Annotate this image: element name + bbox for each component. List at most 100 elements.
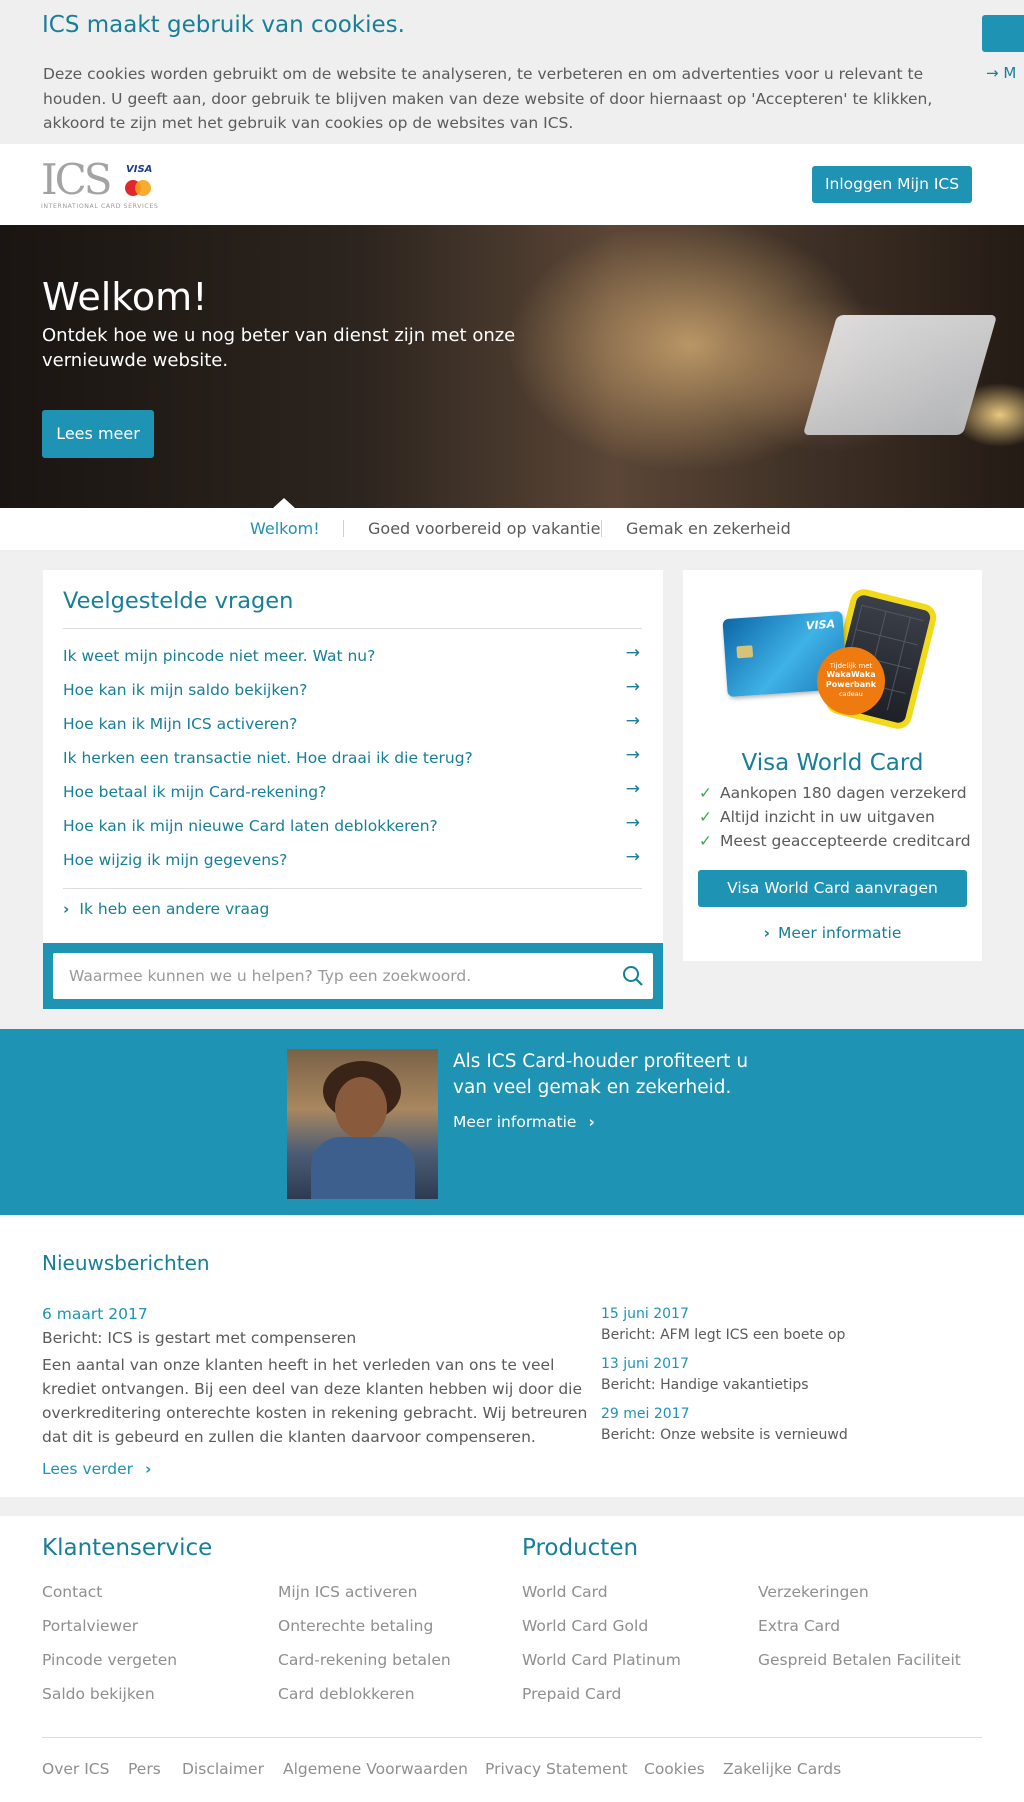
footer-service-title: Klantenservice: [42, 1535, 213, 1561]
faq-item[interactable]: Ik weet mijn pincode niet meer. Wat nu? →: [63, 643, 642, 671]
cookie-title: ICS maakt gebruik van cookies.: [42, 12, 405, 38]
promo-more-label: Meer informatie: [777, 924, 902, 942]
footer-link-world-card-gold[interactable]: World Card Gold: [522, 1617, 648, 1635]
news-headline[interactable]: Bericht: ICS is gestart met compenseren: [42, 1329, 356, 1347]
benefit-item: ✓ Meest geaccepteerde creditcard: [699, 832, 971, 850]
hero-read-more-button[interactable]: Lees meer: [42, 410, 154, 458]
cardholder-photo: [287, 1049, 438, 1199]
faq-item[interactable]: Hoe kan ik mijn saldo bekijken? →: [63, 677, 642, 705]
faq-panel: Veelgestelde vragen Ik weet mijn pincode…: [43, 570, 663, 943]
bottom-link-cookies[interactable]: Cookies: [644, 1760, 705, 1778]
footer-link-extra-card[interactable]: Extra Card: [758, 1617, 840, 1635]
faq-question: Ik herken een transactie niet. Hoe draai…: [63, 749, 473, 767]
cardholder-more-link[interactable]: Meer informatie ›: [453, 1113, 595, 1131]
cookie-more-link[interactable]: → M: [986, 64, 1016, 82]
arrow-right-icon: →: [625, 711, 640, 731]
hero-tabs: Welkom! Goed voorbereid op vakantie Gema…: [0, 508, 1024, 550]
footer-link-pincode[interactable]: Pincode vergeten: [42, 1651, 177, 1669]
visa-world-card-promo: VISA Tijdelijk met WakaWaka Powerbank ca…: [683, 570, 982, 961]
news-side-date: 29 mei 2017: [601, 1406, 690, 1422]
tab-divider: [601, 520, 602, 537]
news-title: Nieuwsberichten: [42, 1251, 210, 1275]
benefit-label: Aankopen 180 dagen verzekerd: [720, 784, 967, 802]
news-read-more-link[interactable]: Lees verder ›: [42, 1460, 151, 1478]
faq-item[interactable]: Ik herken een transactie niet. Hoe draai…: [63, 745, 642, 773]
footer-link-contact[interactable]: Contact: [42, 1583, 102, 1601]
hero-banner: Welkom! Ontdek hoe we u nog beter van di…: [0, 225, 1024, 508]
divider: [63, 888, 642, 889]
bottom-link-disclaimer[interactable]: Disclaimer: [182, 1760, 264, 1778]
login-button[interactable]: Inloggen Mijn ICS: [812, 166, 972, 203]
footer-link-card-rekening[interactable]: Card-rekening betalen: [278, 1651, 451, 1669]
footer-divider: [42, 1737, 982, 1738]
faq-item[interactable]: Hoe wijzig ik mijn gegevens? →: [63, 847, 642, 875]
apply-card-button[interactable]: Visa World Card aanvragen: [698, 870, 967, 907]
faq-item[interactable]: Hoe kan ik mijn nieuwe Card laten deblok…: [63, 813, 642, 841]
bottom-link-pers[interactable]: Pers: [128, 1760, 161, 1778]
badge-text-1: Tijdelijk met: [829, 662, 873, 670]
cardholder-more-label: Meer informatie: [453, 1113, 577, 1131]
tab-vakantie[interactable]: Goed voorbereid op vakantie: [368, 519, 600, 538]
news-date: 6 maart 2017: [42, 1305, 148, 1323]
promo-more-link[interactable]: › Meer informatie: [683, 924, 982, 942]
bottom-link-voorwaarden[interactable]: Algemene Voorwaarden: [283, 1760, 468, 1778]
check-icon: ✓: [699, 832, 712, 850]
divider: [63, 628, 642, 629]
footer-link-world-card[interactable]: World Card: [522, 1583, 608, 1601]
promo-badge: Tijdelijk met WakaWaka Powerbank cadeau: [817, 647, 885, 715]
bottom-link-zakelijke-cards[interactable]: Zakelijke Cards: [723, 1760, 841, 1778]
news-side-headline[interactable]: Bericht: AFM legt ICS een boete op: [601, 1327, 845, 1343]
search-icon[interactable]: [621, 964, 645, 988]
badge-text-3: cadeau: [839, 690, 863, 698]
footer-link-deblokkeren[interactable]: Card deblokkeren: [278, 1685, 415, 1703]
benefit-label: Meest geaccepteerde creditcard: [720, 832, 971, 850]
faq-question: Hoe kan ik Mijn ICS activeren?: [63, 715, 298, 733]
hero-title: Welkom!: [42, 275, 208, 319]
tab-welkom[interactable]: Welkom!: [250, 519, 320, 538]
bottom-link-privacy[interactable]: Privacy Statement: [485, 1760, 628, 1778]
footer-link-onterechte-betaling[interactable]: Onterechte betaling: [278, 1617, 433, 1635]
chevron-right-icon: ›: [588, 1113, 595, 1131]
cookie-banner: ICS maakt gebruik van cookies. Deze cook…: [0, 0, 1024, 144]
bottom-link-over-ics[interactable]: Over ICS: [42, 1760, 109, 1778]
arrow-right-icon: →: [625, 643, 640, 663]
footer-link-world-card-platinum[interactable]: World Card Platinum: [522, 1651, 681, 1669]
news-side-headline[interactable]: Bericht: Onze website is vernieuwd: [601, 1427, 848, 1443]
arrow-right-icon: →: [625, 779, 640, 799]
footer-link-saldo[interactable]: Saldo bekijken: [42, 1685, 155, 1703]
benefit-item: ✓ Altijd inzicht in uw uitgaven: [699, 808, 935, 826]
search-bar: Waarmee kunnen we u helpen? Typ een zoek…: [43, 943, 663, 1009]
chevron-right-icon: ›: [763, 924, 770, 942]
footer-link-verzekeringen[interactable]: Verzekeringen: [758, 1583, 869, 1601]
read-more-label: Lees verder: [42, 1460, 133, 1478]
faq-title: Veelgestelde vragen: [63, 588, 294, 614]
search-input[interactable]: Waarmee kunnen we u helpen? Typ een zoek…: [53, 953, 653, 999]
active-tab-indicator: [272, 498, 296, 508]
news-side-headline[interactable]: Bericht: Handige vakantietips: [601, 1377, 809, 1393]
footer-link-prepaid-card[interactable]: Prepaid Card: [522, 1685, 621, 1703]
news-body: Een aantal van onze klanten heeft in het…: [42, 1356, 588, 1446]
ics-logo[interactable]: ICS VISA INTERNATIONAL CARD SERVICES: [41, 158, 159, 212]
other-question-link[interactable]: › Ik heb een andere vraag: [63, 900, 269, 918]
faq-question: Hoe kan ik mijn saldo bekijken?: [63, 681, 308, 699]
check-icon: ✓: [699, 784, 712, 802]
site-header: ICS VISA INTERNATIONAL CARD SERVICES Inl…: [0, 144, 1024, 225]
footer-link-portalviewer[interactable]: Portalviewer: [42, 1617, 138, 1635]
other-question-label: Ik heb een andere vraag: [79, 900, 270, 918]
faq-question: Ik weet mijn pincode niet meer. Wat nu?: [63, 647, 376, 665]
arrow-right-icon: →: [625, 677, 640, 697]
faq-item[interactable]: Hoe kan ik Mijn ICS activeren? →: [63, 711, 642, 739]
footer-link-activeren[interactable]: Mijn ICS activeren: [278, 1583, 417, 1601]
hero-subtitle: Ontdek hoe we u nog beter van dienst zij…: [42, 325, 516, 371]
mastercard-icon: [125, 180, 151, 196]
card-chip-icon: [736, 645, 754, 659]
cookie-accept-button[interactable]: [982, 15, 1024, 52]
section-divider: [0, 1497, 1024, 1516]
search-placeholder: Waarmee kunnen we u helpen? Typ een zoek…: [69, 967, 472, 985]
faq-item[interactable]: Hoe betaal ik mijn Card-rekening? →: [63, 779, 642, 807]
tab-gemak[interactable]: Gemak en zekerheid: [626, 519, 791, 538]
benefit-item: ✓ Aankopen 180 dagen verzekerd: [699, 784, 967, 802]
faq-question: Hoe wijzig ik mijn gegevens?: [63, 851, 288, 869]
footer-link-gespreid-betalen[interactable]: Gespreid Betalen Faciliteit: [758, 1651, 961, 1669]
tab-divider: [343, 520, 344, 537]
